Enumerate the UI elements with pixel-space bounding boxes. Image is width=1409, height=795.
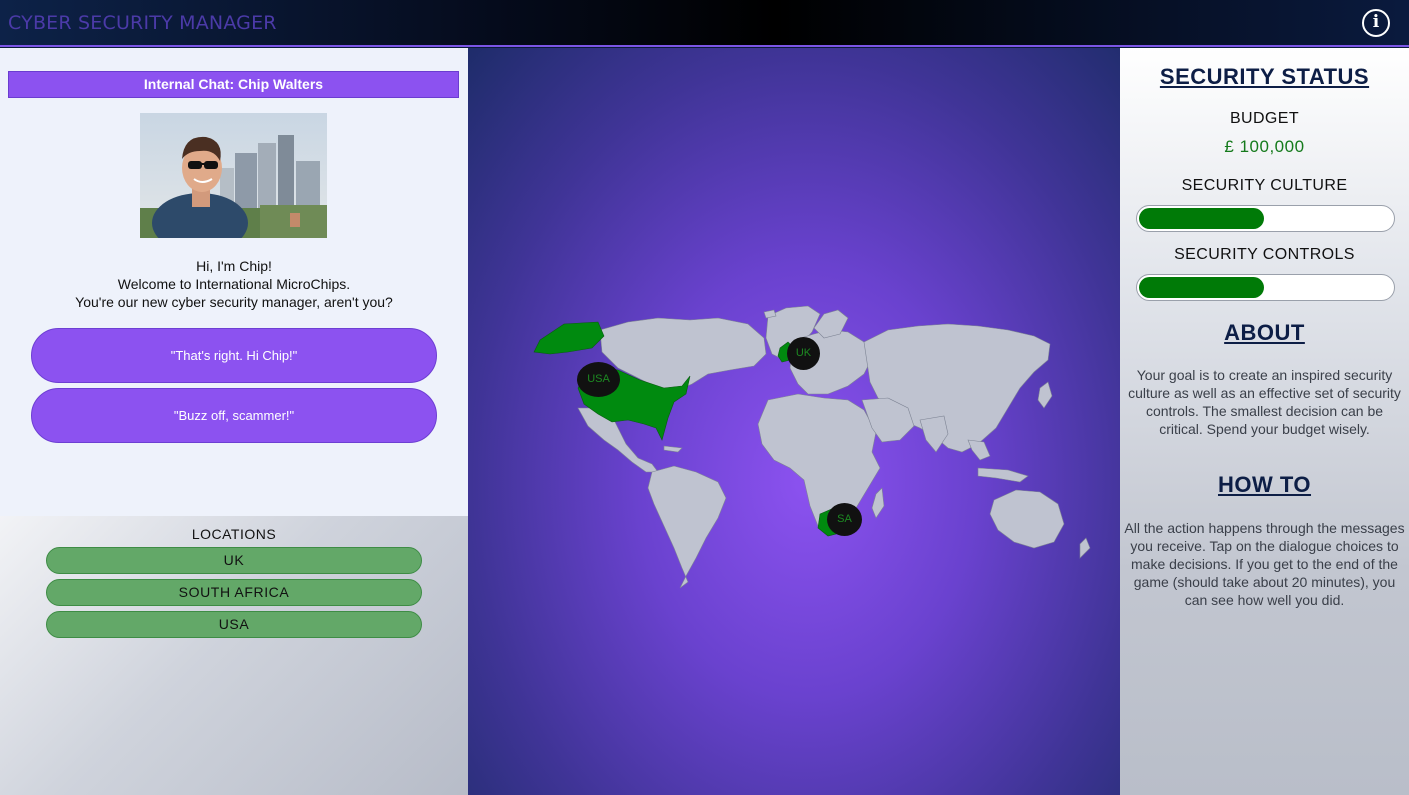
- security-culture-bar: [1136, 205, 1395, 232]
- locations-title: LOCATIONS: [191, 526, 277, 542]
- map-marker-uk[interactable]: UK: [787, 337, 820, 370]
- choice-button-agree[interactable]: "That's right. Hi Chip!": [31, 328, 437, 383]
- avatar: [140, 113, 327, 238]
- security-culture-bar-fill: [1139, 208, 1264, 229]
- map-marker-usa[interactable]: USA: [577, 362, 620, 397]
- app-title: CYBER SECURITY MANAGER: [8, 12, 277, 34]
- how-to-text: All the action happens through the messa…: [1124, 520, 1405, 608]
- security-status-title: SECURITY STATUS: [1159, 64, 1370, 89]
- world-map-graphic: [533, 305, 1091, 589]
- location-button-uk[interactable]: UK: [46, 547, 422, 574]
- security-controls-bar-fill: [1139, 277, 1264, 298]
- chat-header: Internal Chat: Chip Walters: [8, 71, 459, 98]
- chat-message-line: Hi, I'm Chip!: [196, 258, 272, 274]
- security-controls-bar: [1136, 274, 1395, 301]
- about-title: ABOUT: [1224, 320, 1305, 345]
- chat-message-line: Welcome to International MicroChips.: [117, 276, 351, 292]
- info-icon[interactable]: i: [1362, 9, 1390, 37]
- budget-label: BUDGET: [1229, 110, 1300, 127]
- security-controls-label: SECURITY CONTROLS: [1174, 246, 1355, 263]
- world-map[interactable]: UK USA SA: [468, 48, 1120, 795]
- choice-button-reject[interactable]: "Buzz off, scammer!": [31, 388, 437, 443]
- map-marker-sa[interactable]: SA: [827, 503, 862, 536]
- budget-value: £ 100,000: [1224, 137, 1305, 156]
- location-button-south-africa[interactable]: SOUTH AFRICA: [46, 579, 422, 606]
- chat-message: Hi, I'm Chip! Welcome to International M…: [0, 257, 468, 311]
- security-culture-label: SECURITY CULTURE: [1181, 177, 1348, 194]
- location-button-usa[interactable]: USA: [46, 611, 422, 638]
- top-bar: CYBER SECURITY MANAGER i: [0, 0, 1409, 47]
- locations-panel: LOCATIONS UK SOUTH AFRICA USA: [0, 516, 468, 795]
- status-panel: SECURITY STATUS BUDGET £ 100,000 SECURIT…: [1120, 48, 1409, 795]
- chat-message-line: You're our new cyber security manager, a…: [75, 294, 393, 310]
- about-text: Your goal is to create an inspired secur…: [1128, 367, 1401, 437]
- how-to-title: HOW TO: [1217, 472, 1312, 497]
- chat-panel: Internal Chat: Chip Walters Hi, I'm Chip…: [0, 48, 468, 516]
